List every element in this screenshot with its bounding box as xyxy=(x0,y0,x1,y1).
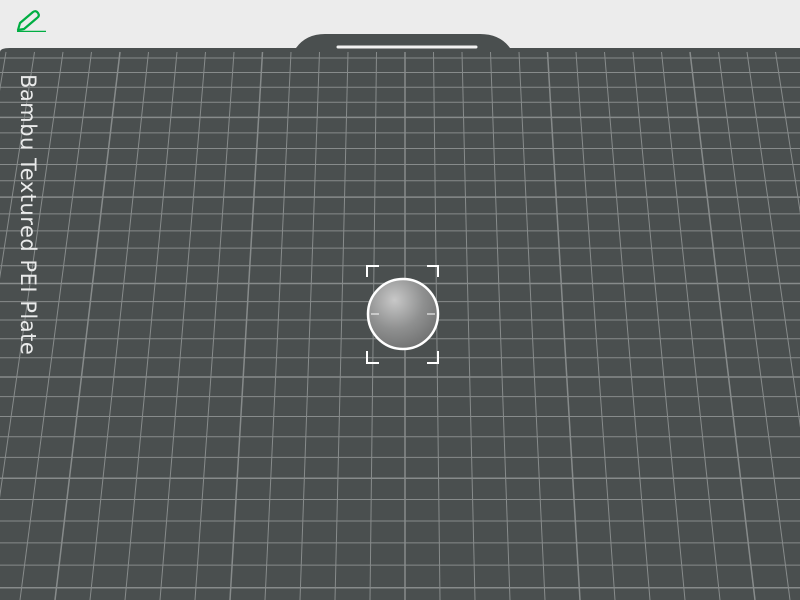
selected-sphere-object[interactable] xyxy=(365,263,441,367)
pencil-icon[interactable] xyxy=(14,8,50,34)
3d-viewport[interactable]: Bambu Textured PEI Plate xyxy=(0,0,800,600)
plate-type-label: Bambu Textured PEI Plate xyxy=(16,74,40,356)
